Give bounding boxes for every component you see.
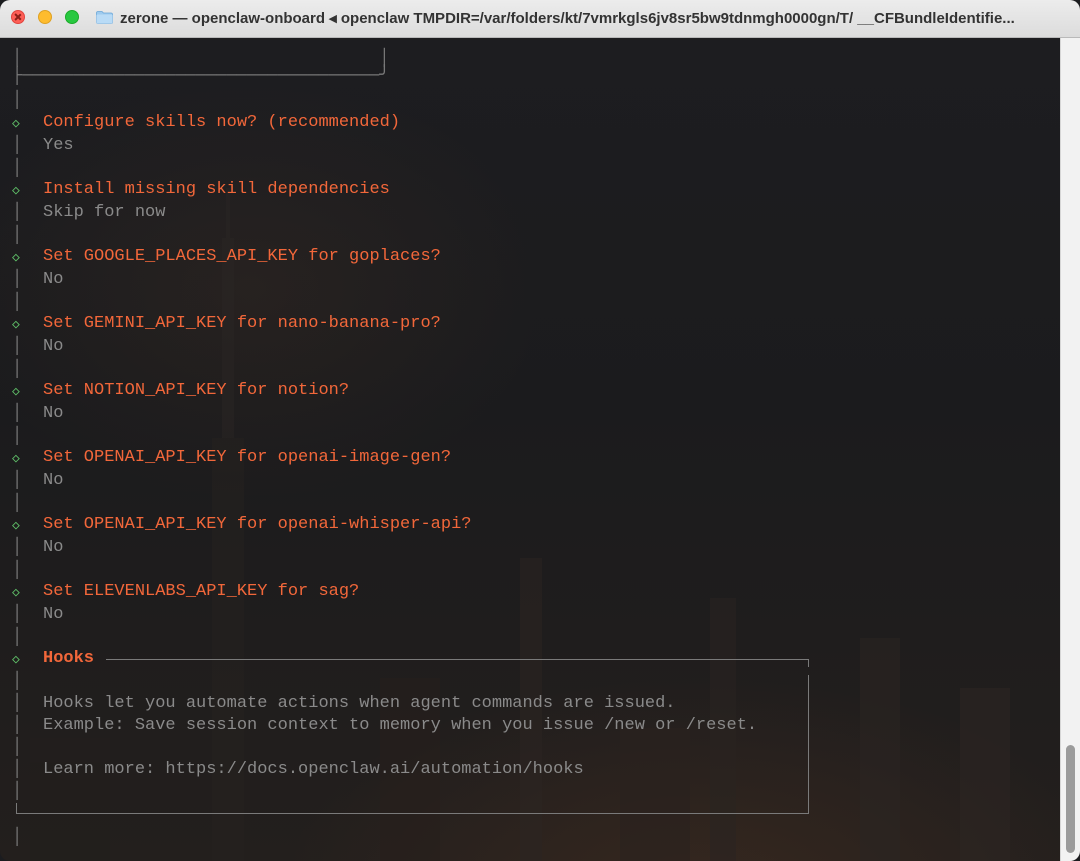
guide-line: │ [12,270,23,289]
prompt-question: Set GEMINI_API_KEY for nano-banana-pro? [43,314,441,333]
completed-diamond-icon: ◇ [12,652,20,667]
prompt-answer: No [43,404,64,423]
prompt-answer: Skip for now [43,203,166,222]
prompt-question: Set GOOGLE_PLACES_API_KEY for goplaces? [43,247,441,266]
prompt-question: Configure skills now? (recommended) [43,113,401,132]
box-bottom-border: ├───────────────────────────────────╯ [12,67,390,86]
prompt-answer: Yes [43,136,74,155]
vertical-scrollbar[interactable] [1060,38,1080,861]
minimize-button[interactable] [38,10,52,24]
guide-line: │ [12,605,23,624]
terminal-window: zerone — openclaw-onboard ◂ openclaw TMP… [0,0,1080,861]
hooks-box-corner [808,659,809,667]
completed-diamond-icon: ◇ [12,518,20,533]
guide-line: │ [12,471,23,490]
hooks-box-right-border [808,675,809,813]
completed-diamond-icon: ◇ [12,183,20,198]
hooks-title: Hooks [43,649,95,668]
close-icon [15,14,21,20]
guide-line: │ [12,159,23,178]
prompt-question: Install missing skill dependencies [43,180,390,199]
window-title: zerone — openclaw-onboard ◂ openclaw TMP… [120,10,1015,27]
guide-line: │ [12,427,23,446]
hooks-box-left-join [16,803,17,814]
guide-line: │ [12,136,23,155]
scrollbar-thumb[interactable] [1066,745,1075,853]
zoom-button[interactable] [65,10,79,24]
prompt-answer: No [43,337,64,356]
prompt-answer: No [43,538,64,557]
guide-line: │ [12,203,23,222]
completed-diamond-icon: ◇ [12,250,20,265]
guide-line: │ [12,760,23,779]
hooks-example: Example: Save session context to memory … [43,716,758,735]
guide-line: │ [12,828,23,847]
hooks-box-top-border [106,659,808,660]
guide-line: │ [12,293,23,312]
guide-line: │ [12,404,23,423]
guide-line: │ [12,91,23,110]
close-button[interactable] [11,10,25,24]
prompt-question: Set OPENAI_API_KEY for openai-whisper-ap… [43,515,472,534]
hooks-box-bottom-border [16,813,809,814]
completed-diamond-icon: ◇ [12,585,20,600]
completed-diamond-icon: ◇ [12,116,20,131]
prompt-answer: No [43,471,64,490]
guide-line: │ [12,494,23,513]
hooks-learn-more-link[interactable]: Learn more: https://docs.openclaw.ai/aut… [43,759,584,781]
prompt-question: Set OPENAI_API_KEY for openai-image-gen? [43,448,452,467]
terminal-output[interactable]: │ │ ├───────────────────────────────────… [0,38,1080,861]
title-bar: zerone — openclaw-onboard ◂ openclaw TMP… [0,0,1080,38]
guide-line: │ [12,226,23,245]
guide-line: │ [12,360,23,379]
guide-line: │ [12,337,23,356]
guide-line: │ [12,694,23,713]
guide-line: │ [12,538,23,557]
prompt-answer: No [43,270,64,289]
terminal-content: │ │ ├───────────────────────────────────… [0,38,1060,861]
completed-diamond-icon: ◇ [12,384,20,399]
guide-line: │ [12,628,23,647]
guide-line: │ [12,782,23,801]
completed-diamond-icon: ◇ [12,451,20,466]
guide-line: │ [12,672,23,691]
guide-line: │ [12,738,23,757]
prompt-question: Set NOTION_API_KEY for notion? [43,381,350,400]
prompt-answer: No [43,605,64,624]
folder-icon [96,11,113,24]
guide-line: │ [12,716,23,735]
hooks-description: Hooks let you automate actions when agen… [43,694,676,713]
completed-diamond-icon: ◇ [12,317,20,332]
guide-line: │ [12,561,23,580]
prompt-question: Set ELEVENLABS_API_KEY for sag? [43,582,360,601]
